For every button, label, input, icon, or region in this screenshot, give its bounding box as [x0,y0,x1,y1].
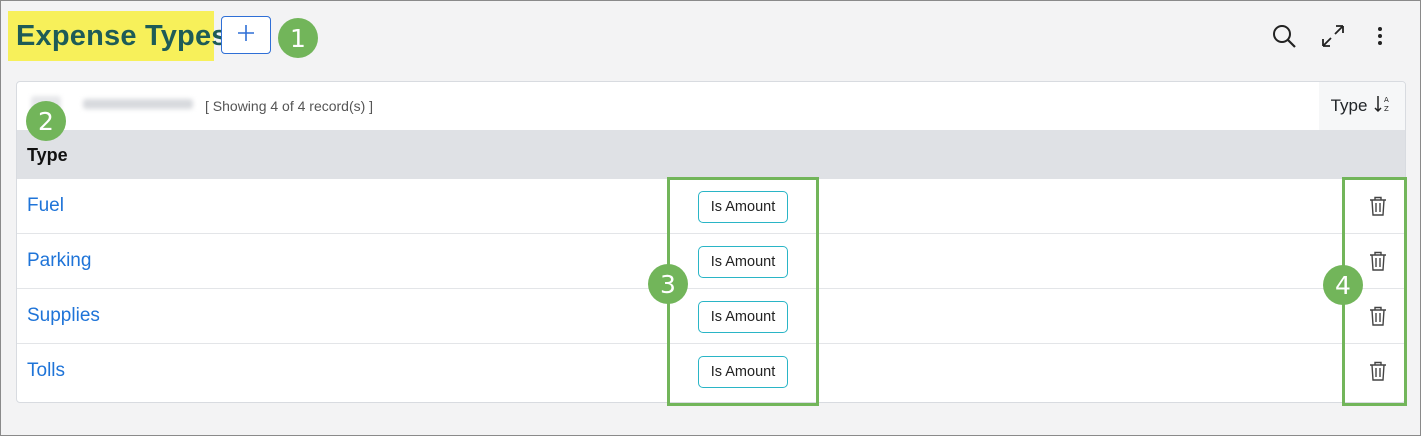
is-amount-badge: Is Amount [698,356,788,388]
search-icon[interactable] [1270,22,1298,50]
table-row: Fuel Is Amount [17,179,1405,234]
sort-label: Type [1330,96,1368,115]
table-row: Parking Is Amount [17,234,1405,289]
expense-type-link[interactable]: Supplies [27,305,100,327]
expand-icon[interactable] [1319,22,1347,50]
table-toolbar: [ Showing 4 of 4 record(s) ] Type A Z [17,82,1405,130]
table-row: Tolls Is Amount [17,344,1405,399]
svg-text:A: A [1384,96,1389,104]
is-amount-badge: Is Amount [698,191,788,223]
is-amount-badge: Is Amount [698,246,788,278]
trash-icon[interactable] [1366,303,1390,329]
callout-4: 4 [1323,265,1363,305]
add-expense-type-button[interactable] [221,16,271,54]
callout-3: 3 [648,264,688,304]
trash-icon[interactable] [1366,193,1390,219]
plus-icon [236,23,256,48]
callout-1: 1 [278,18,318,58]
callout-2: 2 [26,101,66,141]
trash-icon[interactable] [1366,358,1390,384]
record-count: [ Showing 4 of 4 record(s) ] [205,98,374,114]
svg-text:Z: Z [1384,105,1389,113]
sort-alpha-down-icon: A Z [1373,94,1393,119]
filter-status [83,99,193,109]
expense-type-link[interactable]: Tolls [27,360,65,382]
is-amount-badge: Is Amount [698,301,788,333]
sort-button[interactable]: Type A Z [1319,82,1405,130]
table-header: Type [17,130,1405,179]
more-vertical-icon[interactable] [1366,22,1394,50]
page-title: Expense Types [16,20,228,52]
expense-types-table: [ Showing 4 of 4 record(s) ] Type A Z Ty… [16,81,1406,403]
column-header-type[interactable]: Type [27,145,68,166]
expense-type-link[interactable]: Parking [27,250,91,272]
trash-icon[interactable] [1366,248,1390,274]
expense-type-link[interactable]: Fuel [27,195,64,217]
table-row: Supplies Is Amount [17,289,1405,344]
